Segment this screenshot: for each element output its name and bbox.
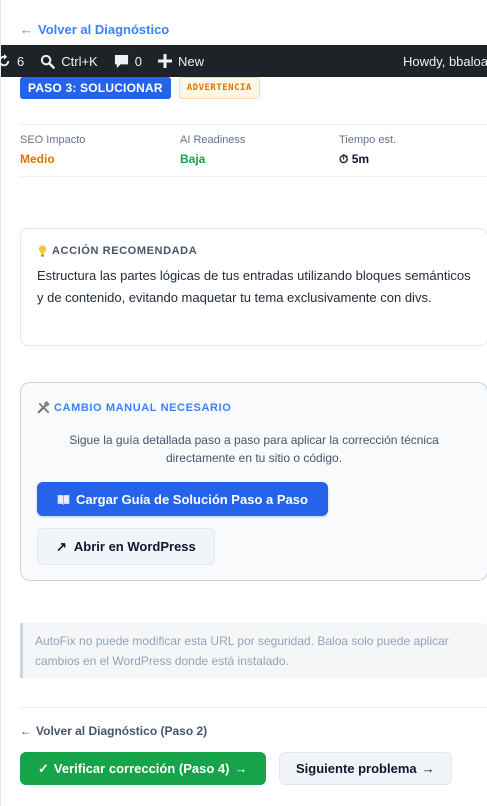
external-link-icon: ↗ [56,538,67,554]
metric-value-wrap: ⏱ 5m [339,152,396,167]
refresh-icon [0,54,10,67]
metric-label: SEO Impacto [20,134,86,146]
load-solution-guide-button[interactable]: Cargar Guía de Solución Paso a Paso [37,482,328,516]
footer-divider [20,707,487,708]
metric-time-estimate: Tiempo est. ⏱ 5m [339,134,396,167]
search-shortcut-label: Ctrl+K [61,53,98,69]
updates-item[interactable]: 6 [0,45,32,77]
recommended-action-card: ACCIÓN RECOMENDADA Estructura las partes… [20,228,487,346]
checkmark-icon: ✓ [38,760,49,776]
metric-label: AI Readiness [180,134,246,146]
metric-ai-readiness: AI Readiness Baja [180,134,245,166]
arrow-left-icon: ← [20,724,32,738]
search-shortcut-item[interactable]: Ctrl+K [32,45,105,77]
autofix-notice-text: AutoFix no puede modificar esta URL por … [35,634,449,668]
recommended-action-title: ACCIÓN RECOMENDADA [37,245,471,257]
open-in-wordpress-button[interactable]: ↗ Abrir en WordPress [37,528,215,565]
updates-count: 6 [17,53,25,69]
new-content-item[interactable]: New [150,45,212,77]
metric-value: Baja [180,152,206,166]
back-step-label: Volver al Diagnóstico (Paso 2) [36,724,208,738]
howdy-account-item[interactable]: Howdy, bbaloa [395,45,487,77]
back-to-diagnostic-link[interactable]: ← Volver al Diagnóstico [20,22,169,37]
manual-change-title: CAMBIO MANUAL NECESARIO [37,401,471,414]
next-issue-label: Siguiente problema [296,761,417,776]
back-to-step-2-link[interactable]: ← Volver al Diagnóstico (Paso 2) [20,724,207,738]
new-label: New [177,53,204,69]
recommended-action-title-label: ACCIÓN RECOMENDADA [52,245,198,257]
manual-change-description: Sigue la guía detallada paso a paso para… [69,433,439,465]
step-badge: PASO 3: SOLUCIONAR [20,77,171,99]
metric-label: Tiempo est. [339,134,397,146]
plus-icon [157,54,172,68]
lightbulb-icon [38,245,47,257]
load-guide-label: Cargar Guía de Solución Paso a Paso [76,491,308,507]
severity-badge: ADVERTENCIA [178,77,260,99]
metrics-row: SEO Impacto Medio AI Readiness Baja Tiem… [20,124,487,177]
book-icon [57,494,70,505]
arrow-left-icon: ← [20,22,33,37]
manual-change-title-label: CAMBIO MANUAL NECESARIO [54,401,232,414]
comments-count: 0 [134,53,142,69]
recommended-action-text: Estructura las partes lógicas de tus ent… [37,268,471,305]
wp-admin-bar: 6 Ctrl+K 0 New Howdy, bbaloa [0,45,487,77]
howdy-label: Howdy, bbaloa [402,53,487,69]
metric-seo-impact: SEO Impacto Medio [20,134,85,166]
autofix-notice: AutoFix no puede modificar esta URL por … [20,623,487,678]
arrow-right-icon: → [234,761,248,776]
verify-fix-button[interactable]: ✓ Verificar corrección (Paso 4) → [20,752,266,785]
manual-change-card: CAMBIO MANUAL NECESARIO Sigue la guía de… [20,382,487,581]
tools-icon [37,401,50,414]
stopwatch-icon: ⏱ [339,152,349,166]
page-frame: ← Volver al Diagnóstico 6 Ctrl+K 0 New H… [0,0,487,806]
arrow-right-icon: → [421,761,435,776]
comments-item[interactable]: 0 [106,45,150,77]
search-icon [41,54,56,69]
open-wordpress-label: Abrir en WordPress [73,539,196,554]
step-badges: PASO 3: SOLUCIONAR ADVERTENCIA [20,77,260,99]
verify-fix-label: Verificar corrección (Paso 4) [53,761,230,776]
next-issue-button[interactable]: Siguiente problema → [279,752,452,785]
comment-icon [114,54,128,68]
back-link-label: Volver al Diagnóstico [38,22,170,37]
metric-value: Medio [20,152,55,166]
metric-value: 5m [351,152,370,166]
